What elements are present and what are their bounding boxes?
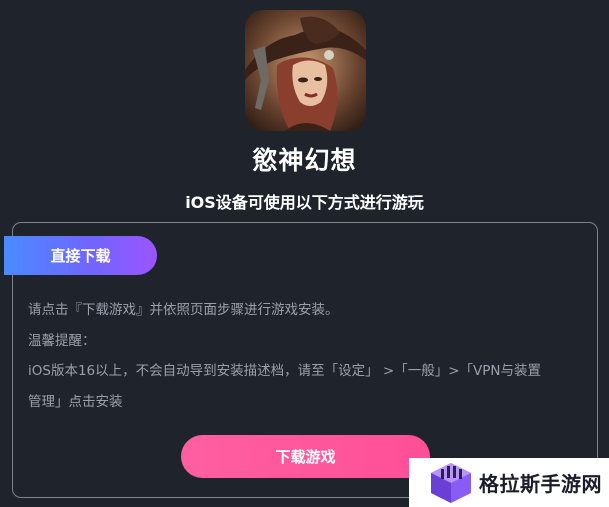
install-instructions: 请点击『下载游戏』并依照页面步骤进行游戏安装。 温馨提醒： iOS版本16以上，… (28, 295, 593, 417)
download-game-button[interactable]: 下载游戏 (181, 435, 430, 478)
instruction-line: 温馨提醒： (28, 332, 96, 349)
site-watermark: 格拉斯手游网 (409, 458, 609, 507)
tab-direct-download[interactable]: 直接下载 (4, 236, 157, 275)
instruction-line: 请点击『下载游戏』并依照页面步骤进行游戏安装。 (28, 302, 339, 318)
game-app-icon (245, 10, 366, 131)
play-method-subtitle: iOS设备可使用以下方式进行游玩 (185, 193, 424, 212)
instruction-line: iOS版本16以上，不会自动导到安装描述档，请至「设定」 >「一般」>「VPN与… (28, 363, 542, 379)
instruction-line: 管理」点击安装 (28, 393, 123, 410)
watermark-text: 格拉斯手游网 (479, 472, 602, 496)
cowgirl-portrait-icon (245, 10, 366, 131)
game-title: 慾神幻想 (252, 146, 357, 175)
site-logo-icon (431, 462, 471, 503)
